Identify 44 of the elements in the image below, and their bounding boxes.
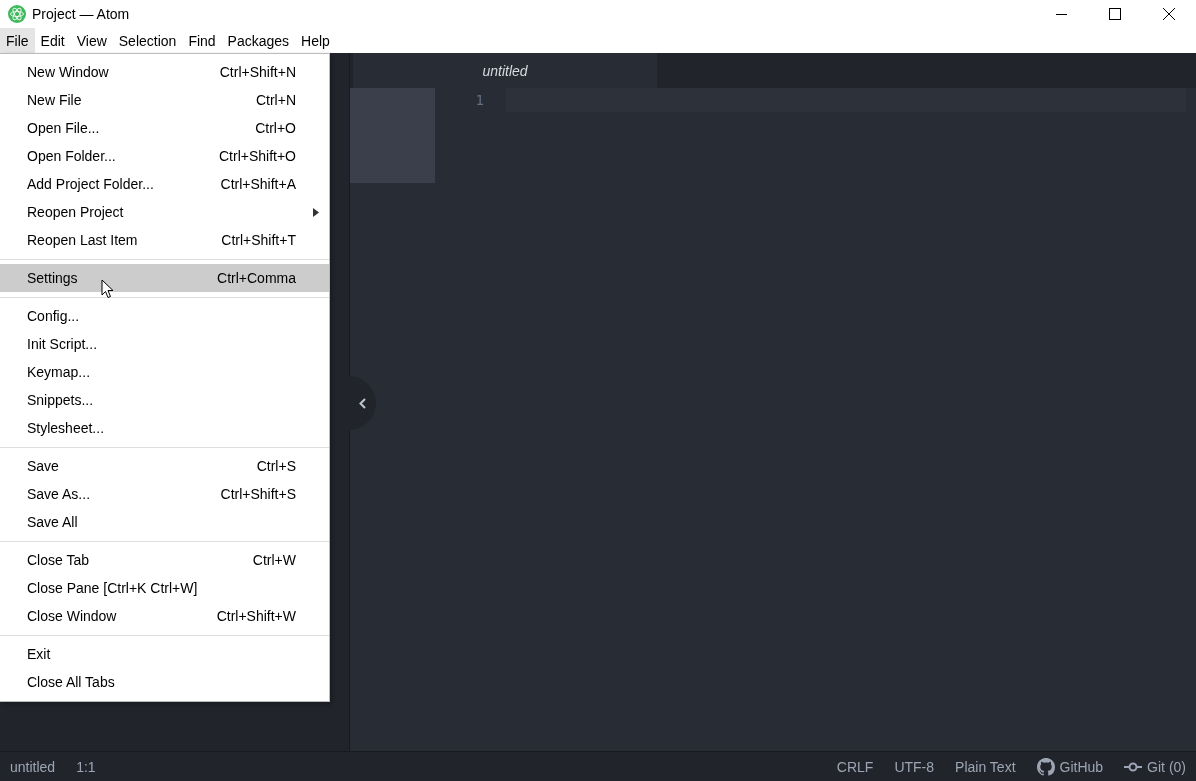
github-status-button[interactable]: GitHub — [1036, 757, 1104, 776]
menu-item[interactable]: Init Script... — [0, 330, 329, 358]
menu-bar-item[interactable]: Selection — [112, 28, 183, 53]
menu-bar-item[interactable]: Help — [295, 28, 336, 53]
menu-bar-item[interactable]: Find — [182, 28, 222, 53]
menu-item[interactable]: Reopen Project — [0, 198, 329, 226]
window-title: Project — Atom — [32, 6, 131, 22]
menu-item[interactable]: Close All Tabs — [0, 668, 329, 696]
menu-item[interactable]: Reopen Last Item Ctrl+Shift+T — [0, 226, 329, 254]
maximize-icon — [1109, 8, 1121, 20]
menu-bar-item[interactable]: Packages — [221, 28, 296, 53]
menu-item[interactable]: Open File... Ctrl+O — [0, 114, 329, 142]
status-text[interactable]: Plain Text — [955, 758, 1016, 775]
menu-item[interactable]: Close Window Ctrl+Shift+W — [0, 602, 329, 630]
menu-item[interactable]: Close Pane [Ctrl+K Ctrl+W] — [0, 574, 329, 602]
menu-item[interactable]: Save As... Ctrl+Shift+S — [0, 480, 329, 508]
status-text[interactable]: 1:1 — [76, 758, 96, 775]
menu-item[interactable]: Stylesheet... — [0, 414, 329, 442]
status-text[interactable]: untitled — [10, 758, 56, 775]
line-number: 1 — [475, 91, 484, 110]
menu-item[interactable]: New Window Ctrl+Shift+N — [0, 58, 329, 86]
menu-item[interactable]: New File Ctrl+N — [0, 86, 329, 114]
mouse-pointer-icon — [101, 279, 114, 299]
status-text[interactable]: UTF-8 — [894, 758, 935, 775]
chevron-left-icon — [359, 397, 366, 409]
menu-item[interactable]: Snippets... — [0, 386, 329, 414]
close-icon — [1163, 8, 1175, 20]
menu-bar-item[interactable]: File — [0, 28, 35, 53]
atom-logo-icon — [8, 5, 26, 23]
menu-item[interactable]: Config... — [0, 302, 329, 330]
octocat-icon — [1036, 757, 1055, 776]
status-text[interactable]: CRLF — [836, 758, 874, 775]
menu-item[interactable]: Add Project Folder... Ctrl+Shift+A — [0, 170, 329, 198]
menu-item[interactable]: Exit — [0, 640, 329, 668]
menu-item[interactable]: Keymap... — [0, 358, 329, 386]
menu-item[interactable]: Open Folder... Ctrl+Shift+O — [0, 142, 329, 170]
menu-bar-item[interactable]: Edit — [34, 28, 71, 53]
menu-item[interactable]: Save All — [0, 508, 329, 536]
menu-item[interactable]: Save Ctrl+S — [0, 452, 329, 480]
menu-bar-item[interactable]: View — [70, 28, 113, 53]
git-status-button[interactable]: Git (0) — [1124, 758, 1186, 775]
commit-icon — [1124, 761, 1143, 772]
menu-item[interactable]: Close Tab Ctrl+W — [0, 546, 329, 574]
editor-tab[interactable]: untitled — [353, 53, 657, 88]
